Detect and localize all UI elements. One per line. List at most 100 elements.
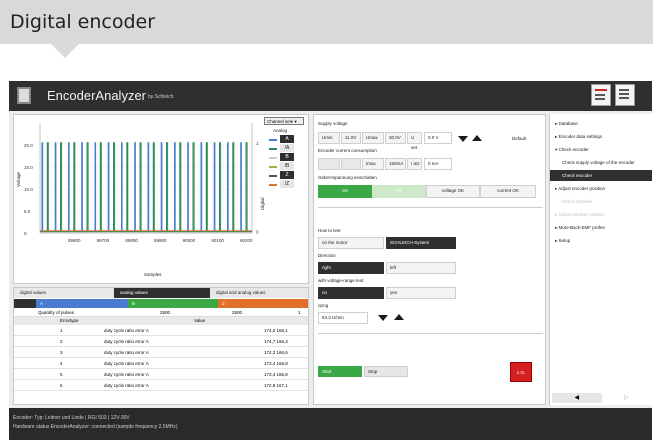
stop-button[interactable]: Stop [364, 366, 408, 377]
table-row[interactable]: 3 duty cycle ratio error A 174,2 166,6 [14, 348, 308, 358]
nav-item[interactable]: ▸ Moto-Back-EMF prüfen [550, 222, 652, 233]
report-icon[interactable] [591, 84, 611, 106]
right-tick-label: 0 [256, 230, 259, 235]
iset-label: I act [407, 158, 422, 170]
current-blank-2 [341, 158, 361, 170]
rpm-field[interactable]: 83.3 U/min [318, 312, 368, 324]
x-tick-label: 89700 [97, 238, 110, 243]
rpm-up-icon[interactable] [394, 314, 404, 320]
value-tabs: digital values analog values digital and… [14, 288, 308, 298]
nav-item[interactable]: Check encoder [550, 170, 652, 181]
banner-title: Digital encoder [10, 11, 156, 33]
legend-swatch [269, 184, 277, 186]
right-tick-label: 1 [256, 141, 259, 146]
gate-title: Gebernspannung einschalten [318, 175, 377, 180]
tab-digital-values[interactable]: digital values [14, 288, 114, 298]
channel-header-z: Z [218, 299, 308, 308]
nav-item: ▸ Adjust resolver position [555, 212, 605, 217]
nav-item[interactable]: ▸ Setup [550, 235, 652, 246]
signal-plot: 20.0 15.0 10.0 5.0 0 1 0 89600 89700 89800 89900 90… [13, 114, 309, 284]
nav-item[interactable]: ▾ Check encoder [550, 144, 652, 155]
voltage-up-icon[interactable] [472, 135, 482, 141]
rpm-down-icon[interactable] [378, 315, 388, 321]
prev-page-icon[interactable]: ◀ [552, 393, 602, 403]
y-tick-label: 10.0 [24, 187, 33, 192]
nav-item[interactable]: Check supply voltage of the encoder [550, 157, 652, 168]
legend-item: /B [267, 162, 307, 171]
row-type: duty cycle ratio error A [104, 350, 149, 355]
range-title: with voltage-range test [318, 278, 364, 283]
imax-value: 150mA [385, 158, 406, 170]
on-motor-option[interactable]: on the motor [318, 237, 384, 249]
nav-item[interactable]: ▸ Encoder data settings [550, 131, 652, 142]
row-type: duty cycle ratio error A [104, 339, 149, 344]
direction-right[interactable]: right [318, 262, 384, 274]
range-yes[interactable]: yes [386, 287, 456, 299]
table-header: Errortype Value [14, 317, 308, 325]
on-button[interactable]: On [318, 185, 372, 198]
row-value: 173,4 166,8 [264, 361, 288, 366]
x-tick-label: 90200 [240, 238, 253, 243]
row-num: 4 [60, 361, 63, 366]
document-icon[interactable] [615, 84, 635, 106]
table-row[interactable]: 5 duty cycle ratio error A 173,4 166,8 [14, 370, 308, 380]
legend-label: A [280, 135, 294, 143]
quantity-z: 1 [298, 310, 301, 315]
row-value: 173,4 166,8 [264, 372, 288, 377]
direction-left[interactable]: left [386, 262, 456, 274]
table-row[interactable]: 1 duty cycle ratio error A 174,0 166,1 [14, 326, 308, 336]
legend-swatch [269, 139, 277, 141]
series-/A-line [40, 142, 252, 233]
table-row[interactable]: 4 duty cycle ratio error A 173,4 166,8 [14, 359, 308, 369]
x-tick-label: 89900 [154, 238, 167, 243]
title-bar: EncoderAnalyzer by Schleich [9, 81, 652, 111]
start-button[interactable]: Start [318, 366, 362, 377]
legend-item: A [267, 135, 307, 144]
next-page-icon[interactable]: ▷ [602, 393, 652, 403]
legend-swatch [269, 157, 277, 159]
range-no[interactable]: no [318, 287, 384, 299]
encoder-status: Encoder: Typ: Leitner und Linde | RGI 50… [13, 415, 130, 421]
y-axis-label: Voltage [16, 171, 21, 187]
status-bar: Encoder: Typ: Leitner und Linde | RGI 50… [9, 408, 652, 440]
x-axis-label: Samples [144, 272, 162, 277]
legend-swatch [269, 148, 277, 150]
channel-header-corner [14, 299, 36, 308]
y-tick-label: 20.0 [24, 143, 33, 148]
imax-label: Imax [362, 158, 384, 170]
tab-digital-analog-values[interactable]: digital and analog values [210, 288, 308, 298]
supply-title: Supply voltage [318, 121, 348, 126]
values-panel: digital values analog values digital and… [13, 287, 309, 405]
legend-label: Z [280, 171, 294, 179]
test-title: How to test [318, 228, 341, 233]
x-tick-label: 89800 [125, 238, 138, 243]
y-tick-label: 0 [24, 231, 27, 236]
table-row[interactable]: 2 duty cycle ratio error A 174,7 166,3 [14, 337, 308, 347]
nav-item[interactable]: ▸ Adjust encoder position [550, 183, 652, 194]
channel-select-button[interactable]: Channel sele ▾ [264, 117, 304, 125]
row-type: duty cycle ratio error A [104, 383, 149, 388]
off-button[interactable]: Off [372, 185, 426, 198]
umax-value: 30.0V [385, 132, 406, 144]
nav-item[interactable]: ▸ Database [550, 118, 652, 129]
tab-analog-values[interactable]: analog values [114, 288, 210, 298]
voltage-down-icon[interactable] [458, 136, 468, 142]
quantity-row: Quantity of pulses 2500 2500 1 [14, 308, 308, 317]
schleich-system-option[interactable]: SCHLEICH-System [386, 237, 456, 249]
legend-title: Analog [273, 128, 288, 133]
value-header: Value [194, 318, 206, 323]
channel-header-row: A B Z [14, 299, 308, 308]
table-row[interactable]: 6 duty cycle ratio error A 172,9 167,1 [14, 381, 308, 391]
channel-header-b: B [128, 299, 218, 308]
uset-field[interactable]: 0.0 V [424, 132, 452, 144]
uset-label: U set [407, 132, 422, 150]
umax-label: Umax [362, 132, 384, 144]
y-tick-label: 15.0 [24, 165, 33, 170]
legend-label: B [280, 153, 294, 161]
umin-label: Umin [318, 132, 340, 144]
row-num: 6 [60, 383, 63, 388]
quantity-b: 2500 [232, 310, 243, 315]
legend-swatch [269, 166, 277, 168]
default-button[interactable]: Default [512, 136, 526, 141]
row-value: 172,9 167,1 [264, 383, 288, 388]
